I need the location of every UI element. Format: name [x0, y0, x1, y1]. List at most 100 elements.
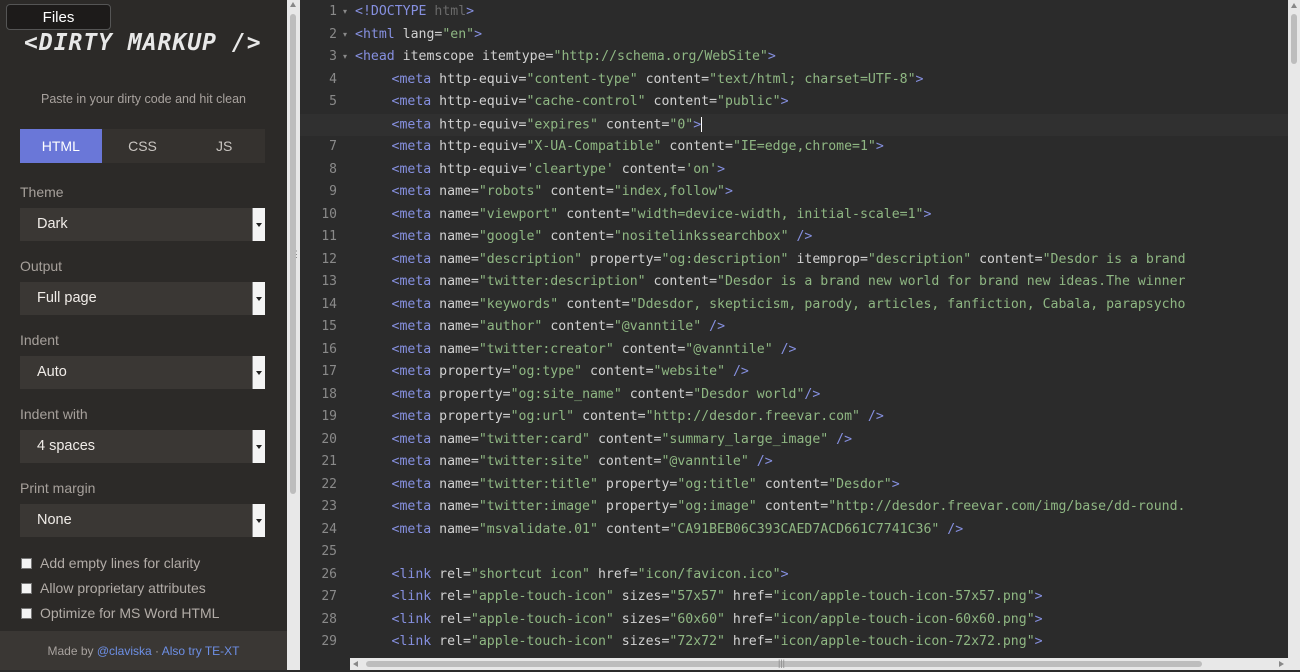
indent-with-label: Indent with: [20, 406, 88, 422]
option-ms-word[interactable]: Optimize for MS Word HTML: [21, 605, 219, 621]
tab-js[interactable]: JS: [183, 129, 266, 163]
editor-horizontal-scrollbar[interactable]: |||: [350, 658, 1300, 670]
fold-arrow-icon[interactable]: ▾: [343, 52, 347, 61]
checkbox[interactable]: [21, 557, 32, 569]
code-token: "apple-touch-icon": [470, 589, 614, 604]
code-line[interactable]: <meta http-equiv="expires" content="0">: [392, 116, 703, 132]
code-token: "google": [478, 229, 543, 244]
code-token: "icon/apple-touch-icon-60x60.png": [772, 611, 1035, 627]
code-line[interactable]: <meta name="viewport" content="width=dev…: [392, 207, 932, 222]
files-button[interactable]: Files: [6, 4, 111, 30]
code-token: />: [772, 341, 797, 357]
code-line[interactable]: <meta name="twitter:image" property="og:…: [392, 499, 1186, 514]
scroll-right-icon[interactable]: [1279, 661, 1284, 667]
line-number: 13: [321, 274, 337, 289]
code-token: "icon/apple-touch-icon-57x57.png": [772, 589, 1035, 604]
theme-select[interactable]: Dark: [20, 208, 265, 241]
code-editor[interactable]: 1▾2▾3▾4567891011121314151617181920212223…: [300, 0, 1288, 658]
chevron-down-icon[interactable]: [252, 356, 265, 389]
line-number: 25: [321, 544, 337, 559]
tab-html[interactable]: HTML: [20, 129, 102, 163]
code-line[interactable]: <meta name="description" property="og:de…: [392, 252, 1186, 267]
print-margin-value: None: [37, 512, 72, 528]
code-line[interactable]: <link rel="shortcut icon" href="icon/fav…: [392, 567, 789, 582]
scroll-left-icon[interactable]: [353, 661, 358, 667]
code-line[interactable]: <link rel="apple-touch-icon" sizes="72x7…: [392, 634, 1043, 649]
footer-separator: ·: [151, 644, 162, 658]
code-token: >: [725, 184, 733, 199]
code-token: <meta: [391, 71, 440, 87]
output-select[interactable]: Full page: [20, 282, 265, 315]
print-margin-select[interactable]: None: [20, 504, 265, 537]
code-token: "msvalidate.01": [478, 521, 598, 537]
code-line[interactable]: <meta http-equiv="cache-control" content…: [392, 94, 789, 109]
code-token: "description": [478, 251, 583, 267]
code-token: content=: [574, 409, 646, 424]
indent-select[interactable]: Auto: [20, 356, 265, 389]
fold-arrow-icon[interactable]: ▾: [343, 7, 347, 16]
checkbox[interactable]: [21, 607, 32, 619]
code-line[interactable]: <meta http-equiv='cleartype' content='on…: [392, 162, 726, 177]
chevron-down-icon[interactable]: [252, 504, 265, 537]
code-token: "X-UA-Compatible": [526, 139, 662, 154]
code-token: name=: [439, 319, 479, 334]
code-line[interactable]: <link rel="apple-touch-icon" sizes="57x5…: [392, 589, 1043, 604]
code-token: "twitter:description": [478, 274, 646, 289]
code-line[interactable]: <meta name="twitter:description" content…: [392, 274, 1186, 289]
indent-with-select[interactable]: 4 spaces: [20, 430, 265, 463]
scrollbar-thumb[interactable]: [1291, 14, 1297, 64]
code-token: "Desdor is a brand: [1042, 251, 1186, 267]
code-token: >: [1034, 589, 1043, 604]
tab-css[interactable]: CSS: [101, 129, 184, 163]
chevron-down-icon[interactable]: [252, 282, 265, 315]
code-line[interactable]: <meta property="og:type" content="websit…: [392, 364, 749, 379]
code-token: "og:image": [677, 499, 757, 514]
code-line[interactable]: <meta name="twitter:card" content="summa…: [392, 432, 853, 447]
code-line[interactable]: <meta http-equiv="X-UA-Compatible" conte…: [392, 139, 884, 154]
option-proprietary-attrs[interactable]: Allow proprietary attributes: [21, 580, 206, 596]
checkbox[interactable]: [21, 582, 32, 594]
chevron-down-icon[interactable]: [252, 208, 265, 241]
code-line[interactable]: <meta property="og:site_name" content="D…: [392, 387, 821, 402]
code-token: "shortcut icon": [470, 566, 590, 582]
code-line[interactable]: <!DOCTYPE html>: [355, 4, 474, 19]
code-line[interactable]: <link rel="apple-touch-icon" sizes="60x6…: [392, 612, 1043, 627]
scroll-up-icon[interactable]: [290, 2, 296, 7]
code-line[interactable]: <head itemscope itemtype="http://schema.…: [355, 49, 776, 64]
author-link[interactable]: @claviska: [97, 644, 152, 658]
code-line[interactable]: <meta name="twitter:title" property="og:…: [392, 477, 900, 492]
code-line[interactable]: <meta property="og:url" content="http://…: [392, 409, 884, 424]
fold-arrow-icon[interactable]: ▾: [343, 30, 347, 39]
theme-value: Dark: [37, 216, 68, 232]
te-xt-link[interactable]: Also try TE-XT: [162, 644, 240, 658]
code-line[interactable]: <meta name="google" content="nositelinks…: [392, 229, 813, 244]
code-line[interactable]: <meta name="twitter:site" content="@vann…: [392, 454, 773, 469]
code-token: <meta: [391, 251, 440, 267]
code-token: "og:site_name": [510, 386, 622, 402]
code-line[interactable]: <meta name="msvalidate.01" content="CA91…: [392, 522, 964, 537]
code-token: content=: [971, 251, 1043, 267]
code-token: <head: [355, 49, 403, 64]
code-token: http-equiv=: [439, 117, 527, 132]
code-line[interactable]: <meta name="robots" content="index,follo…: [392, 184, 733, 199]
sidebar-scrollbar[interactable]: ⋮: [287, 0, 301, 670]
code-area[interactable]: <!DOCTYPE html> <html lang="en"> <head ite…: [300, 0, 1288, 658]
option-empty-lines[interactable]: Add empty lines for clarity: [21, 555, 200, 571]
code-token: >: [780, 566, 789, 582]
code-token: "website": [653, 364, 726, 379]
scroll-up-icon[interactable]: [1291, 3, 1297, 8]
line-number: 15: [321, 319, 337, 334]
code-line[interactable]: <meta name="keywords" content="Ddesdor, …: [392, 297, 1186, 312]
code-line[interactable]: <meta name="twitter:creator" content="@v…: [392, 342, 797, 357]
chevron-down-icon[interactable]: [252, 430, 265, 463]
code-line[interactable]: <html lang="en">: [355, 27, 482, 42]
code-line[interactable]: <meta http-equiv="content-type" content=…: [392, 72, 924, 87]
code-token: <meta: [391, 431, 440, 447]
line-number: 11: [321, 229, 337, 244]
code-token: <meta: [391, 341, 440, 357]
line-number: 29: [321, 634, 337, 649]
editor-vertical-scrollbar[interactable]: [1288, 0, 1300, 658]
code-line[interactable]: <meta name="author" content="@vanntile" …: [392, 319, 726, 334]
code-token: "60x60": [669, 611, 725, 627]
code-token: href=: [724, 634, 773, 649]
